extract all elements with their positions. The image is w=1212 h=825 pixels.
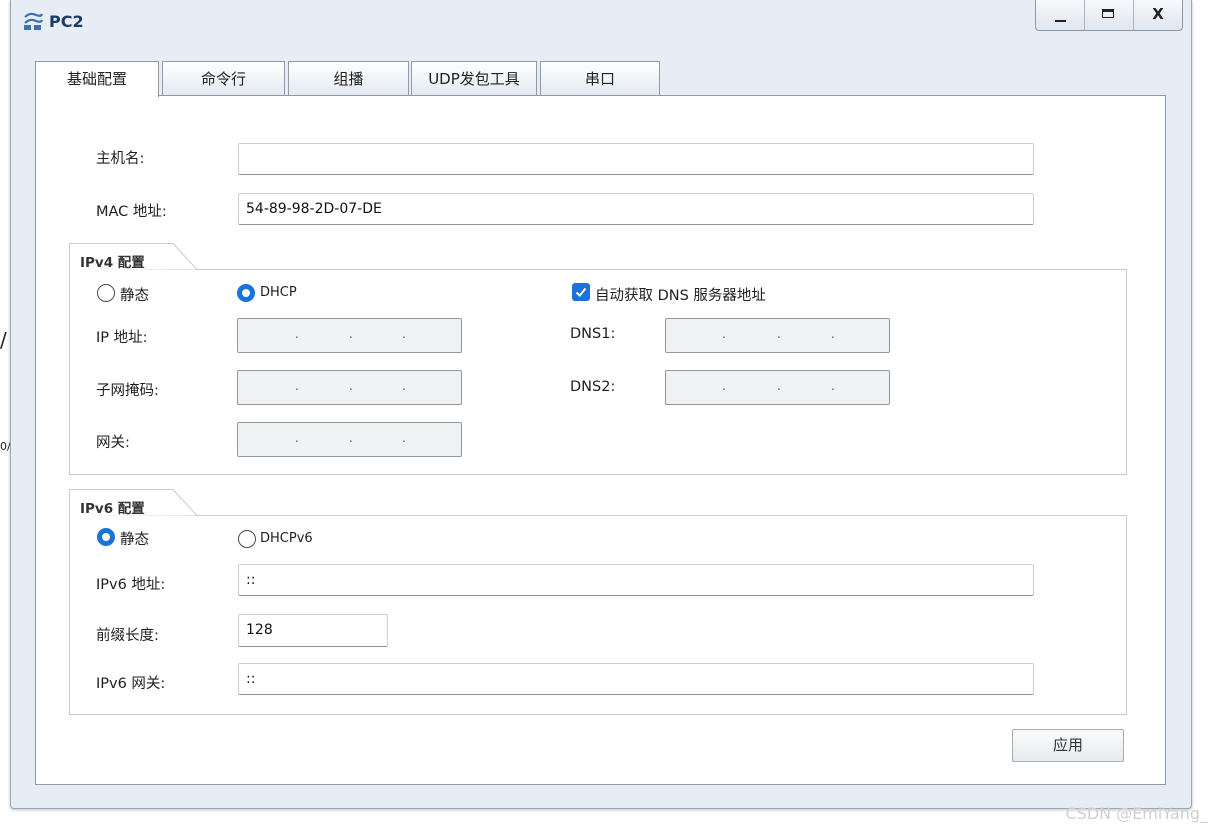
ip-separator: . — [295, 431, 299, 445]
auto-dns-label: 自动获取 DNS 服务器地址 — [595, 288, 766, 304]
ip-address-label: IP 地址: — [96, 330, 148, 346]
close-icon: X — [1152, 5, 1164, 23]
ip-separator: . — [295, 327, 299, 341]
subnet-mask-input[interactable]: . . . — [237, 370, 462, 405]
gateway-input[interactable]: . . . — [237, 422, 462, 457]
background-fragment: / — [0, 328, 7, 352]
gateway-label: 网关: — [96, 435, 130, 451]
ipv6-static-radio[interactable] — [97, 528, 115, 546]
ip-separator: . — [402, 431, 406, 445]
minimize-button[interactable] — [1036, 0, 1084, 30]
pc-app-icon — [24, 12, 44, 30]
ip-separator: . — [349, 327, 353, 341]
ipv6-static-label: 静态 — [120, 532, 149, 548]
ipv6-address-input[interactable]: :: — [238, 564, 1034, 596]
mac-input[interactable]: 54-89-98-2D-07-DE — [238, 193, 1034, 225]
ip-separator: . — [402, 379, 406, 393]
ipv6-dhcpv6-label: DHCPv6 — [260, 531, 313, 546]
dns2-label: DNS2: — [570, 379, 616, 395]
ipv6-group-title: IPv6 配置 — [80, 501, 145, 517]
prefix-length-label: 前缀长度: — [96, 628, 159, 644]
ipv4-static-radio[interactable] — [97, 284, 115, 302]
ip-separator: . — [831, 379, 835, 393]
maximize-button[interactable] — [1084, 0, 1133, 30]
window-controls: X — [1035, 0, 1183, 31]
ipv4-static-label: 静态 — [120, 288, 149, 304]
minimize-icon — [1055, 20, 1066, 22]
ipv6-dhcpv6-radio[interactable] — [238, 530, 256, 548]
ipv6-gateway-input[interactable]: :: — [238, 663, 1034, 695]
tab-command-line[interactable]: 命令行 — [162, 61, 285, 96]
ipv4-dhcp-label: DHCP — [260, 285, 297, 300]
check-icon — [575, 287, 587, 297]
hostname-label: 主机名: — [96, 151, 145, 167]
ipv4-group-title: IPv4 配置 — [80, 255, 145, 271]
apply-button[interactable]: 应用 — [1012, 729, 1124, 762]
prefix-length-input[interactable]: 128 — [238, 614, 388, 647]
ipv4-dhcp-radio[interactable] — [237, 284, 255, 302]
ip-separator: . — [831, 327, 835, 341]
ip-separator: . — [349, 431, 353, 445]
tab-multicast[interactable]: 组播 — [288, 61, 409, 96]
window-title: PC2 — [49, 12, 84, 31]
maximize-icon — [1102, 9, 1114, 18]
tab-basic-config[interactable]: 基础配置 — [35, 61, 159, 97]
ip-address-input[interactable]: . . . — [237, 318, 462, 353]
ip-separator: . — [722, 327, 726, 341]
ip-separator: . — [777, 327, 781, 341]
ip-separator: . — [402, 327, 406, 341]
hostname-input[interactable] — [238, 143, 1034, 175]
watermark: CSDN @EmiYang_ — [1065, 804, 1208, 823]
dns2-input[interactable]: . . . — [665, 370, 890, 405]
ip-separator: . — [349, 379, 353, 393]
dns1-input[interactable]: . . . — [665, 318, 890, 353]
auto-dns-checkbox[interactable] — [572, 283, 590, 301]
tab-serial[interactable]: 串口 — [540, 61, 660, 96]
subnet-mask-label: 子网掩码: — [96, 383, 159, 399]
mac-label: MAC 地址: — [96, 204, 167, 220]
tab-udp-tool[interactable]: UDP发包工具 — [411, 61, 537, 96]
ip-separator: . — [777, 379, 781, 393]
ipv6-gateway-label: IPv6 网关: — [96, 676, 166, 692]
title-bar[interactable]: PC2 X — [11, 0, 1191, 40]
ip-separator: . — [722, 379, 726, 393]
close-button[interactable]: X — [1133, 0, 1182, 30]
dns1-label: DNS1: — [570, 326, 616, 342]
ip-separator: . — [295, 379, 299, 393]
ipv6-address-label: IPv6 地址: — [96, 577, 166, 593]
